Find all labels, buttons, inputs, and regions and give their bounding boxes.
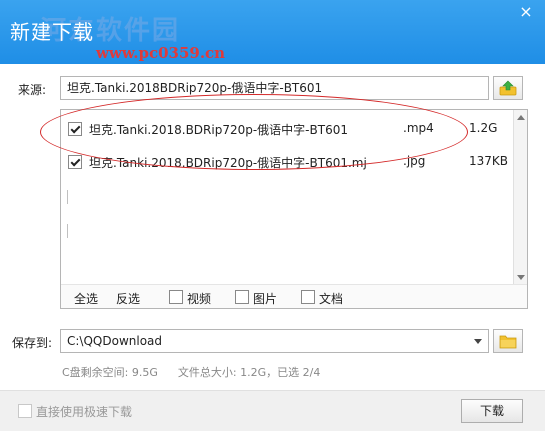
file-size: 1.2G — [469, 121, 498, 135]
window-title: 新建下载 — [10, 20, 94, 44]
filter-bar: 全选 反选 视频 图片 文档 — [61, 284, 527, 308]
close-button[interactable]: × — [515, 2, 537, 22]
disk-info: C盘剩余空间: 9.5G 文件总大小: 1.2G，已选 2/4 — [62, 364, 320, 380]
direct-download-label: 直接使用极速下载 — [36, 405, 133, 419]
browse-folder-button[interactable] — [493, 329, 523, 353]
invert-selection-link[interactable]: 反选 — [116, 290, 140, 307]
file-checkbox[interactable] — [68, 155, 82, 169]
file-name: 坦克.Tanki.2018.BDRip720p-俄语中字-BT601.mj — [89, 156, 367, 170]
file-checkbox[interactable] — [68, 122, 82, 136]
file-name: 坦克.Tanki.2018.BDRip720p-俄语中字-BT601 — [89, 123, 348, 137]
disk-free: C盘剩余空间: 9.5G — [62, 366, 158, 379]
file-ext: .jpg — [403, 154, 426, 168]
video-filter-label: 视频 — [187, 292, 212, 306]
image-filter-label: 图片 — [253, 292, 278, 306]
source-field[interactable]: 坦克.Tanki.2018BDRip720p-俄语中字-BT601 — [60, 76, 489, 100]
title-bar: 河东软件园 新建下载 www.pc0359.cn × — [0, 0, 545, 64]
document-checkbox[interactable] — [301, 290, 315, 304]
source-label: 来源: — [18, 83, 47, 97]
save-path-value: C:\QQDownload — [67, 334, 163, 348]
vertical-scrollbar[interactable] — [513, 110, 527, 285]
watermark-url: www.pc0359.cn — [96, 44, 226, 62]
chevron-down-icon[interactable] — [474, 339, 482, 344]
upload-button[interactable] — [493, 76, 523, 100]
direct-download-checkbox[interactable] — [18, 404, 32, 418]
upload-icon — [499, 80, 517, 96]
save-path-dropdown[interactable]: C:\QQDownload — [60, 329, 489, 353]
file-row[interactable]: 坦克.Tanki.2018.BDRip720p-俄语中字-BT601.mj .j… — [61, 149, 527, 175]
file-row[interactable]: 坦克.Tanki.2018.BDRip720p-俄语中字-BT601 .mp4 … — [61, 116, 527, 142]
file-ext: .mp4 — [403, 121, 434, 135]
save-label: 保存到: — [12, 336, 53, 350]
select-all-link[interactable]: 全选 — [74, 290, 98, 307]
image-checkbox[interactable] — [235, 290, 249, 304]
document-filter-label: 文档 — [319, 292, 344, 306]
video-checkbox[interactable] — [169, 290, 183, 304]
selection-total: 文件总大小: 1.2G，已选 2/4 — [177, 366, 321, 379]
row-placeholder — [67, 224, 68, 238]
bottom-bar: 直接使用极速下载 下载 — [0, 390, 545, 431]
download-button[interactable]: 下载 — [461, 399, 523, 423]
file-list: 坦克.Tanki.2018.BDRip720p-俄语中字-BT601 .mp4 … — [60, 109, 528, 309]
file-size: 137KB — [469, 154, 509, 168]
scroll-down-icon[interactable] — [517, 275, 525, 280]
folder-icon — [499, 335, 517, 348]
scroll-up-icon[interactable] — [517, 115, 525, 120]
row-placeholder — [67, 190, 68, 204]
